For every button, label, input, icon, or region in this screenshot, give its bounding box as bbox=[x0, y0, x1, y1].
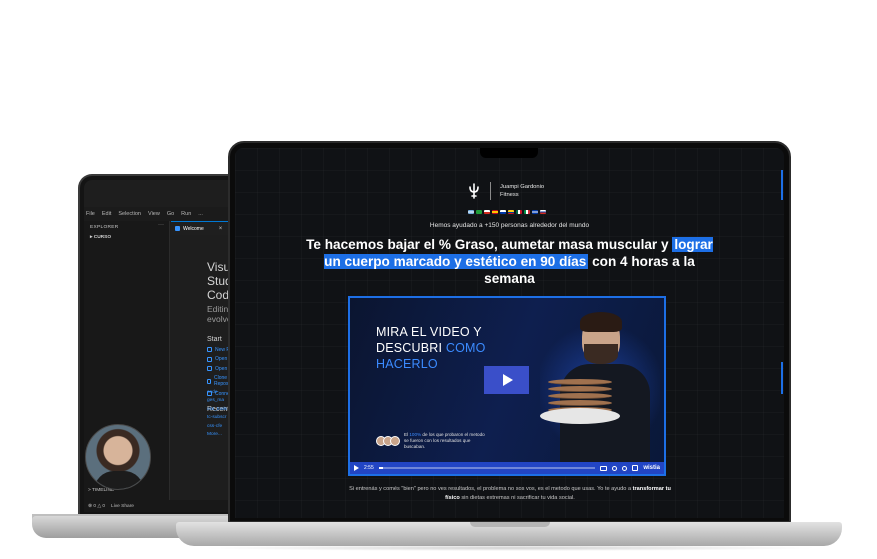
laptop-shadow bbox=[200, 545, 820, 551]
testimonial-avatars bbox=[376, 436, 400, 446]
brand-header[interactable]: Juampi Gardonio Fitness bbox=[467, 182, 544, 200]
flag-chile-icon bbox=[484, 210, 490, 214]
plate-image bbox=[540, 408, 620, 424]
brand-logo-icon bbox=[469, 183, 479, 199]
brand-name: Juampi Gardonio Fitness bbox=[500, 184, 545, 198]
flag-mexico-icon bbox=[516, 210, 522, 214]
menu-run[interactable]: Run bbox=[181, 211, 191, 217]
vscode-menubar: File Edit Selection View Go Run ... bbox=[84, 207, 244, 221]
problems-indicator[interactable]: ⊗ 0 △ 0 bbox=[88, 504, 105, 509]
flag-argentina-icon bbox=[468, 210, 474, 214]
close-icon[interactable]: × bbox=[219, 226, 223, 232]
recent-item[interactable]: css-cfe bbox=[207, 424, 227, 429]
fullscreen-icon[interactable] bbox=[632, 465, 639, 471]
accent-line bbox=[781, 362, 783, 394]
flag-italy-icon bbox=[524, 210, 530, 214]
new-file-icon bbox=[207, 347, 212, 353]
video-progress-bar[interactable] bbox=[378, 467, 596, 469]
landing-page: Juampi Gardonio Fitness Hemos ayudado a … bbox=[235, 148, 784, 518]
vscode-logo-icon bbox=[175, 226, 180, 231]
camera-notch bbox=[480, 148, 538, 158]
vscode-statusbar: ⊗ 0 △ 0 Live Share bbox=[84, 500, 244, 512]
captions-icon[interactable] bbox=[600, 465, 608, 471]
control-play-icon[interactable] bbox=[354, 465, 359, 471]
wistia-logo[interactable]: wistia bbox=[643, 465, 660, 471]
webcam-overlay bbox=[85, 424, 151, 490]
social-proof-text: Hemos ayudado a +150 personas alrededor … bbox=[429, 222, 590, 229]
recent-item[interactable]: tc-subscr bbox=[207, 415, 227, 420]
hero-headline: Te hacemos bajar el % Graso, aumetar mas… bbox=[306, 237, 713, 286]
recent-item[interactable]: code bbox=[207, 390, 227, 395]
folder-icon bbox=[207, 366, 212, 372]
video-player[interactable]: MIRA EL VIDEO Y DESCUBRI COMO HACERLO El… bbox=[348, 296, 666, 476]
explorer-more-icon[interactable]: ··· bbox=[158, 222, 164, 228]
video-thumbnail-title: MIRA EL VIDEO Y DESCUBRI COMO HACERLO bbox=[376, 325, 486, 371]
country-flags bbox=[468, 210, 546, 214]
front-laptop-thumb-notch bbox=[470, 522, 550, 527]
menu-selection[interactable]: Selection bbox=[118, 211, 141, 217]
play-icon bbox=[503, 374, 513, 386]
menu-file[interactable]: File bbox=[86, 211, 95, 217]
flag-country-icon bbox=[540, 210, 546, 214]
flag-country-icon bbox=[532, 210, 538, 214]
git-icon bbox=[207, 378, 211, 384]
explorer-heading: EXPLORER bbox=[90, 225, 119, 230]
intro-paragraph: Si entrenás y comés "bien" pero no ves r… bbox=[349, 486, 671, 501]
menu-more[interactable]: ... bbox=[198, 211, 203, 217]
video-controls: 2:55 wistia bbox=[350, 462, 664, 474]
mockup-stage: File Edit Selection View Go Run ... EXPL… bbox=[0, 0, 877, 559]
brand-divider bbox=[490, 182, 491, 200]
flag-uruguay-icon bbox=[500, 210, 506, 214]
flag-colombia-icon bbox=[508, 210, 514, 214]
open-file-icon bbox=[207, 356, 212, 362]
tab-welcome-label: Welcome bbox=[183, 225, 204, 232]
volume-icon[interactable] bbox=[612, 465, 618, 471]
recent-item[interactable]: ges_ma bbox=[207, 398, 227, 403]
flag-brazil-icon bbox=[476, 210, 482, 214]
menu-view[interactable]: View bbox=[148, 211, 160, 217]
proof-caption: El 100% de los que probaron el metodo se… bbox=[404, 432, 485, 449]
video-progress-fill bbox=[378, 467, 384, 469]
menu-edit[interactable]: Edit bbox=[102, 211, 111, 217]
recent-list: code ges_ma css_tools tc-subscr css-cfe … bbox=[207, 386, 227, 438]
webcam-person bbox=[94, 471, 144, 489]
recent-item[interactable]: css_tools bbox=[207, 407, 227, 412]
live-share-button[interactable]: Live Share bbox=[111, 504, 134, 509]
accent-line bbox=[781, 170, 783, 200]
avatar bbox=[390, 436, 400, 446]
video-social-proof: El 100% de los que probaron el metodo se… bbox=[376, 432, 486, 450]
explorer-folder-curso[interactable]: ▸ CURSO bbox=[84, 234, 169, 241]
recent-item-more[interactable]: More... bbox=[207, 432, 227, 437]
video-time: 2:55 bbox=[364, 465, 374, 471]
play-button[interactable] bbox=[484, 366, 529, 394]
menu-go[interactable]: Go bbox=[167, 211, 174, 217]
settings-gear-icon[interactable] bbox=[622, 465, 628, 471]
flag-spain-icon bbox=[492, 210, 498, 214]
